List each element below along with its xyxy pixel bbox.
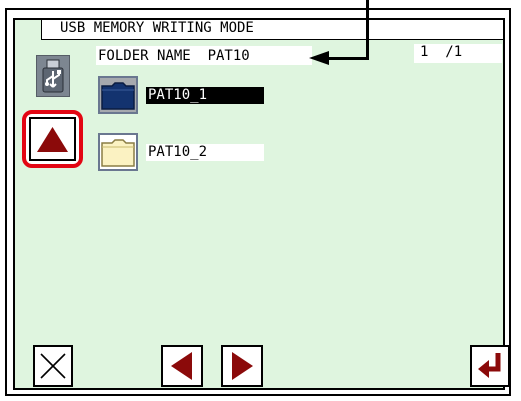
usb-memory-icon <box>36 55 70 97</box>
enter-icon <box>478 353 501 378</box>
folder-label: PAT10_2 <box>148 144 208 160</box>
folder-icon <box>98 133 138 171</box>
page-total: 1 <box>453 44 463 60</box>
right-arrow-icon <box>232 352 253 380</box>
page-separator: / <box>445 44 454 60</box>
left-arrow-icon <box>171 352 192 380</box>
folder-item-pat10-1[interactable]: PAT10_1 <box>98 76 266 118</box>
cancel-button[interactable] <box>33 345 73 387</box>
callout-arrow-line <box>366 0 369 60</box>
folder-icon <box>98 76 138 114</box>
folder-name-value: PAT10 <box>207 48 250 64</box>
usb-memory-icon-glyph <box>42 59 64 93</box>
folder-name: FOLDER NAME PAT10 <box>98 48 250 64</box>
folder-normal-icon <box>101 139 135 167</box>
folder-name-label: FOLDER NAME <box>98 48 191 64</box>
close-icon <box>40 353 66 379</box>
screen-title: USB MEMORY WRITING MODE <box>60 20 254 36</box>
callout-arrow-head <box>309 51 329 65</box>
folder-selected-icon <box>101 82 135 110</box>
back-button[interactable] <box>161 345 203 387</box>
page-current: 1 <box>420 44 429 60</box>
page-indicator: 1 /1 <box>420 44 462 60</box>
folder-label: PAT10_1 <box>148 87 208 103</box>
callout-arrow-line <box>328 57 369 60</box>
usb-writing-screen: USB MEMORY WRITING MODE FOLDER NAME PAT1… <box>0 0 521 401</box>
forward-button[interactable] <box>221 345 263 387</box>
up-button[interactable] <box>29 117 76 161</box>
folder-item-pat10-2[interactable]: PAT10_2 <box>98 133 266 175</box>
main-panel <box>13 18 505 390</box>
enter-button[interactable] <box>470 345 510 387</box>
up-arrow-icon <box>37 127 68 152</box>
